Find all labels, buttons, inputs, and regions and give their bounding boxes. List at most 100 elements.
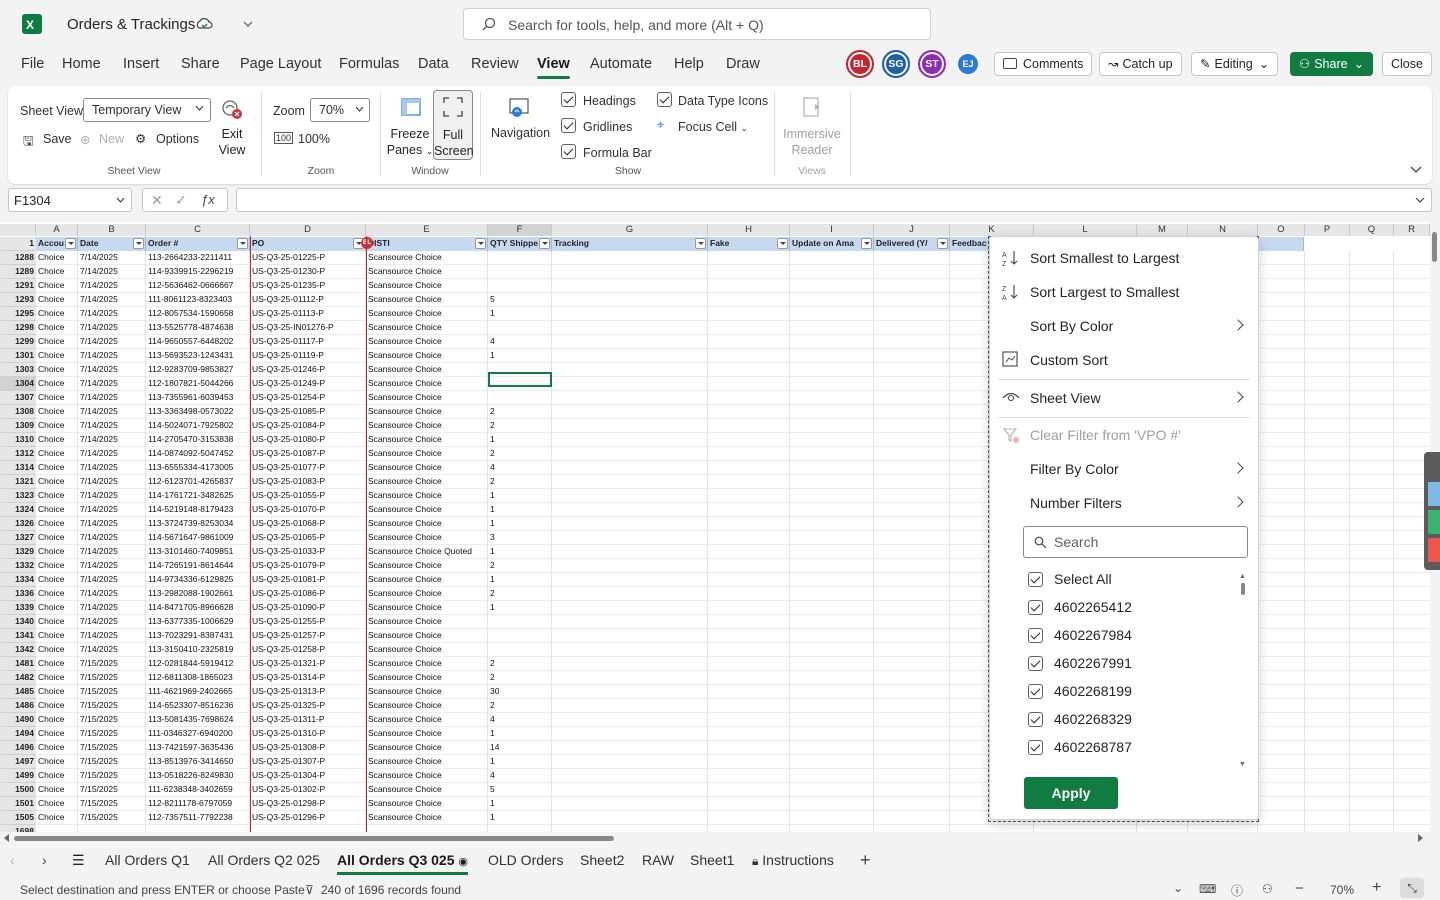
table-cell[interactable]: Scansource Choice	[366, 489, 488, 503]
table-cell[interactable]: US-Q3-25-01085-P	[250, 405, 366, 419]
table-cell[interactable]: Scansource Choice	[366, 587, 488, 601]
table-cell[interactable]: Scansource Choice	[366, 755, 488, 769]
table-cell[interactable]: US-Q3-25-01084-P	[250, 419, 366, 433]
table-cell[interactable]: 2	[488, 657, 552, 671]
table-cell[interactable]: Scansource Choice	[366, 349, 488, 363]
table-cell[interactable]: Choice	[36, 643, 78, 657]
table-cell[interactable]: Choice	[36, 587, 78, 601]
table-cell[interactable]: Choice	[36, 755, 78, 769]
insert-function-icon[interactable]: ƒx	[201, 192, 215, 207]
column-header-i[interactable]: I	[790, 224, 874, 236]
table-cell[interactable]: Scansource Choice	[366, 517, 488, 531]
table-cell[interactable]: 114-6523307-8516236	[146, 699, 250, 713]
row-header[interactable]: 1336	[0, 587, 36, 601]
row-header[interactable]: 1312	[0, 447, 36, 461]
table-cell[interactable]: Choice	[36, 727, 78, 741]
table-cell[interactable]: Scansource Choice	[366, 503, 488, 517]
table-cell[interactable]: Scansource Choice	[366, 531, 488, 545]
row-header[interactable]: 1314	[0, 461, 36, 475]
table-cell[interactable]: 7/14/2025	[78, 363, 146, 377]
table-cell[interactable]: US-Q3-25-01080-P	[250, 433, 366, 447]
avatar-ej[interactable]: EJ	[958, 54, 978, 74]
share-button[interactable]: ⚇ Share ⌄	[1290, 52, 1374, 76]
filter-dropdown-icon[interactable]	[65, 238, 76, 249]
row-header[interactable]: 1288	[0, 251, 36, 265]
table-cell[interactable]	[488, 321, 552, 335]
table-cell[interactable]: Scansource Choice	[366, 713, 488, 727]
catchup-button[interactable]: ↝ Catch up	[1099, 52, 1182, 76]
row-header[interactable]: 1342	[0, 643, 36, 657]
table-cell[interactable]: 2	[488, 405, 552, 419]
header-cell-3[interactable]: PO	[250, 237, 366, 251]
table-cell[interactable]: 113-2982088-1902661	[146, 587, 250, 601]
table-cell[interactable]: US-Q3-25-01113-P	[250, 307, 366, 321]
row-header[interactable]: 1490	[0, 713, 36, 727]
table-cell[interactable]: Choice	[36, 279, 78, 293]
table-cell[interactable]: 114-9734336-6129825	[146, 573, 250, 587]
table-cell[interactable]: Choice	[36, 335, 78, 349]
table-cell[interactable]: Choice	[36, 293, 78, 307]
immersive-reader-button[interactable]: Immersive Reader	[782, 126, 842, 158]
table-cell[interactable]: US-Q3-25-IN01276-P	[250, 321, 366, 335]
table-cell[interactable]: US-Q3-25-01325-P	[250, 699, 366, 713]
table-cell[interactable]: 7/15/2025	[78, 671, 146, 685]
select-all-corner[interactable]	[0, 224, 36, 236]
table-cell[interactable]: US-Q3-25-01077-P	[250, 461, 366, 475]
sort-descending-item[interactable]: ZA Sort Largest to Smallest	[1000, 276, 1252, 308]
table-cell[interactable]: 112-9283709-9853827	[146, 363, 250, 377]
table-cell[interactable]: Scansource Choice	[366, 279, 488, 293]
row-header[interactable]: 1304	[0, 377, 36, 391]
table-cell[interactable]	[488, 629, 552, 643]
table-cell[interactable]: 112-6123701-4265837	[146, 475, 250, 489]
row-header[interactable]: 1289	[0, 265, 36, 279]
table-cell[interactable]: Choice	[36, 419, 78, 433]
zoom-in-icon[interactable]: +	[1372, 879, 1381, 897]
table-cell[interactable]: Scansource Choice	[366, 797, 488, 811]
column-header-g[interactable]: G	[552, 224, 708, 236]
sort-ascending-item[interactable]: AZ Sort Smallest to Largest	[1000, 242, 1252, 274]
table-cell[interactable]: Scansource Choice	[366, 433, 488, 447]
table-cell[interactable]: Scansource Choice	[366, 419, 488, 433]
row-header[interactable]: 1299	[0, 335, 36, 349]
table-cell[interactable]: Scansource Choice	[366, 741, 488, 755]
row-header[interactable]: 1332	[0, 559, 36, 573]
table-cell[interactable]: Scansource Choice	[366, 811, 488, 825]
table-cell[interactable]: US-Q3-25-01314-P	[250, 671, 366, 685]
table-cell[interactable]: 4	[488, 335, 552, 349]
table-cell[interactable]: 7/15/2025	[78, 811, 146, 825]
table-cell[interactable]: Scansource Choice	[366, 601, 488, 615]
row-header[interactable]: 1485	[0, 685, 36, 699]
gridlines-checkbox[interactable]	[561, 118, 576, 133]
table-cell[interactable]: US-Q3-25-01254-P	[250, 391, 366, 405]
table-cell[interactable]: 7/15/2025	[78, 657, 146, 671]
row-header[interactable]: 1321	[0, 475, 36, 489]
table-cell[interactable]: US-Q3-25-01065-P	[250, 531, 366, 545]
menu-automate[interactable]: Automate	[590, 56, 652, 72]
table-cell[interactable]: Choice	[36, 769, 78, 783]
menu-draw[interactable]: Draw	[726, 56, 760, 72]
table-cell[interactable]: US-Q3-25-01225-P	[250, 251, 366, 265]
full-screen-exit-icon[interactable]: ⤡	[1400, 878, 1424, 898]
table-cell[interactable]: 113-2664233-2211411	[146, 251, 250, 265]
table-cell[interactable]: Choice	[36, 559, 78, 573]
custom-sort-item[interactable]: Custom Sort	[1000, 344, 1252, 376]
column-header-l[interactable]: L	[1034, 224, 1137, 236]
table-cell[interactable]: 7/14/2025	[78, 405, 146, 419]
table-cell[interactable]: 1	[488, 307, 552, 321]
filter-dropdown-icon[interactable]	[475, 238, 486, 249]
formula-bar-checkbox[interactable]	[561, 144, 576, 159]
table-cell[interactable]: Choice	[36, 307, 78, 321]
column-header-a[interactable]: A	[36, 224, 78, 236]
row-header[interactable]: 1340	[0, 615, 36, 629]
table-cell[interactable]: US-Q3-25-01249-P	[250, 377, 366, 391]
menu-page-layout[interactable]: Page Layout	[240, 56, 321, 72]
tab-sheet2[interactable]: Sheet2	[580, 852, 624, 868]
zoom-out-icon[interactable]: −	[1295, 880, 1304, 897]
table-cell[interactable]: Choice	[36, 363, 78, 377]
table-cell[interactable]: Scansource Choice	[366, 685, 488, 699]
table-cell[interactable]: 113-3101460-7409851	[146, 545, 250, 559]
table-cell[interactable]: Choice	[36, 615, 78, 629]
filter-dropdown-icon[interactable]	[695, 238, 706, 249]
table-cell[interactable]: 1	[488, 797, 552, 811]
avatar-st[interactable]: ST	[918, 50, 946, 78]
